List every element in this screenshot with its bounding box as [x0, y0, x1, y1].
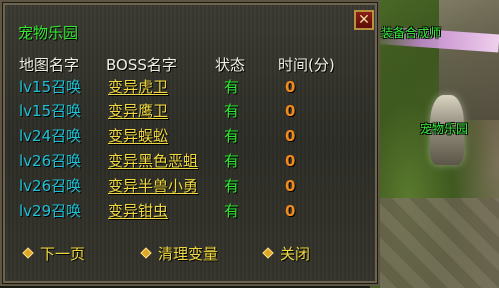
- status-value: 有: [224, 78, 240, 96]
- map-name: lv15召唤: [19, 102, 82, 120]
- dialog-title: 宠物乐园: [18, 24, 79, 42]
- next-page-label: 下一页: [40, 244, 86, 263]
- table-row: lv15召唤 变异虎卫 有 0: [2, 77, 378, 101]
- status-value: 有: [224, 177, 240, 195]
- boss-link[interactable]: 变异鹰卫: [108, 101, 168, 121]
- boss-link[interactable]: 变异虎卫: [108, 77, 168, 97]
- diamond-bullet-icon: [262, 247, 274, 259]
- npc-name-pet-park[interactable]: 宠物乐园: [420, 120, 468, 137]
- table-row: lv26召唤 变异半兽小勇 有 0: [2, 176, 378, 200]
- clear-variables-label: 清理变量: [158, 244, 219, 263]
- boss-link[interactable]: 变异蜈蚣: [108, 126, 168, 146]
- diamond-bullet-icon: [140, 247, 152, 259]
- time-value: 0: [285, 102, 296, 120]
- table-row: lv29召唤 变异钳虫 有 0: [2, 201, 378, 225]
- npc-name-equipment-synthesizer[interactable]: 装备合成师: [381, 24, 441, 41]
- time-value: 0: [285, 177, 296, 195]
- time-value: 0: [285, 78, 296, 96]
- boss-link[interactable]: 变异半兽小勇: [108, 176, 198, 196]
- map-name: lv24召唤: [19, 127, 82, 145]
- time-value: 0: [285, 127, 296, 145]
- map-name: lv26召唤: [19, 152, 82, 170]
- map-name: lv26召唤: [19, 177, 82, 195]
- pet-park-dialog: 宠物乐园 ✕ 地图名字 BOSS名字 状态 时间(分) lv15召唤 变异虎卫 …: [0, 0, 380, 286]
- close-button[interactable]: 关闭: [262, 243, 311, 263]
- header-boss-name: BOSS名字: [106, 56, 177, 74]
- diamond-bullet-icon: [22, 247, 34, 259]
- status-value: 有: [224, 152, 240, 170]
- boss-link[interactable]: 变异黑色恶蛆: [108, 151, 198, 171]
- stone-floor: [380, 198, 499, 288]
- time-value: 0: [285, 152, 296, 170]
- boss-link[interactable]: 变异钳虫: [108, 201, 168, 221]
- close-icon[interactable]: ✕: [354, 10, 374, 30]
- status-value: 有: [224, 202, 240, 220]
- close-label: 关闭: [280, 244, 311, 263]
- header-time: 时间(分): [278, 56, 335, 74]
- clear-variables-button[interactable]: 清理变量: [140, 243, 219, 263]
- next-page-button[interactable]: 下一页: [22, 243, 86, 263]
- header-status: 状态: [215, 56, 246, 74]
- status-value: 有: [224, 102, 240, 120]
- table-row: lv15召唤 变异鹰卫 有 0: [2, 101, 378, 125]
- time-value: 0: [285, 202, 296, 220]
- table-row: lv26召唤 变异黑色恶蛆 有 0: [2, 151, 378, 175]
- header-map-name: 地图名字: [19, 56, 80, 74]
- status-value: 有: [224, 127, 240, 145]
- table-row: lv24召唤 变异蜈蚣 有 0: [2, 126, 378, 150]
- map-name: lv15召唤: [19, 78, 82, 96]
- map-name: lv29召唤: [19, 202, 82, 220]
